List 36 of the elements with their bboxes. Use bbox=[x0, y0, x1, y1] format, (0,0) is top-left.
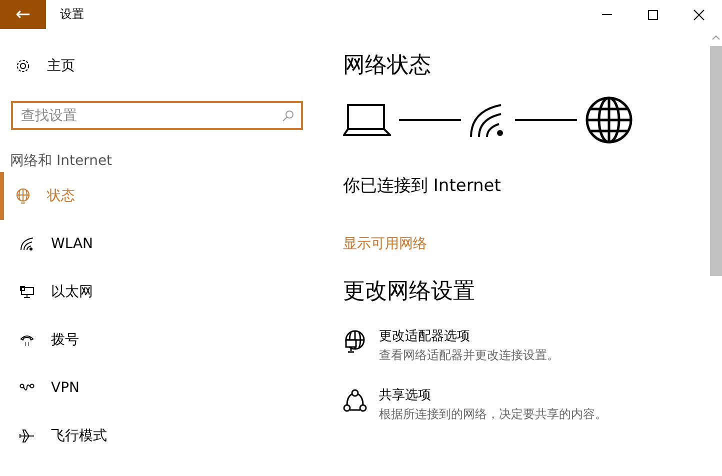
settings-option[interactable]: 更改适配器选项 查看网络适配器并更改连接设置。 bbox=[343, 327, 559, 364]
nav-item[interactable]: WLAN bbox=[0, 220, 320, 268]
laptop-icon bbox=[343, 102, 391, 138]
connector-line bbox=[515, 118, 577, 122]
page-heading: 网络状态 bbox=[343, 52, 432, 80]
settings-option[interactable]: 共享选项 根据所连接到的网络，决定要共享的内容。 bbox=[343, 386, 607, 423]
gear-icon bbox=[15, 58, 31, 74]
globe-icon bbox=[585, 96, 633, 144]
nav-item[interactable]: VPN bbox=[0, 364, 320, 412]
share-icon bbox=[343, 389, 367, 413]
nav-item[interactable]: 飞行模式 bbox=[0, 412, 320, 460]
maximize-icon bbox=[647, 8, 659, 20]
window-title: 设置 bbox=[60, 6, 84, 23]
wifi-icon bbox=[19, 236, 35, 252]
option-title: 共享选项 bbox=[379, 387, 432, 404]
section-heading: 更改网络设置 bbox=[343, 278, 476, 306]
home-link[interactable]: 主页 bbox=[15, 51, 320, 81]
nav-item[interactable]: 以太网 bbox=[0, 268, 320, 316]
search-field[interactable]: 查找设置 bbox=[11, 101, 303, 130]
connection-status: 你已连接到 Internet bbox=[343, 175, 502, 197]
scroll-up-icon bbox=[712, 35, 720, 40]
section-label: 网络和 Internet bbox=[10, 152, 114, 171]
option-description: 查看网络适配器并更改连接设置。 bbox=[379, 347, 559, 364]
monitor-icon bbox=[19, 284, 35, 300]
search-icon bbox=[282, 110, 294, 122]
connector-line bbox=[399, 118, 461, 122]
scroll-thumb[interactable] bbox=[710, 46, 722, 276]
close-icon bbox=[693, 8, 705, 20]
option-title: 更改适配器选项 bbox=[379, 328, 471, 345]
globe-monitor-icon bbox=[343, 330, 367, 354]
option-description: 根据所连接到的网络，决定要共享的内容。 bbox=[379, 406, 607, 423]
back-button[interactable]: ← bbox=[0, 0, 46, 29]
airplane-icon bbox=[19, 428, 35, 444]
minimize-icon bbox=[602, 14, 612, 15]
globe-monitor-icon bbox=[15, 188, 31, 204]
nav-item[interactable]: 拨号 bbox=[0, 316, 320, 364]
